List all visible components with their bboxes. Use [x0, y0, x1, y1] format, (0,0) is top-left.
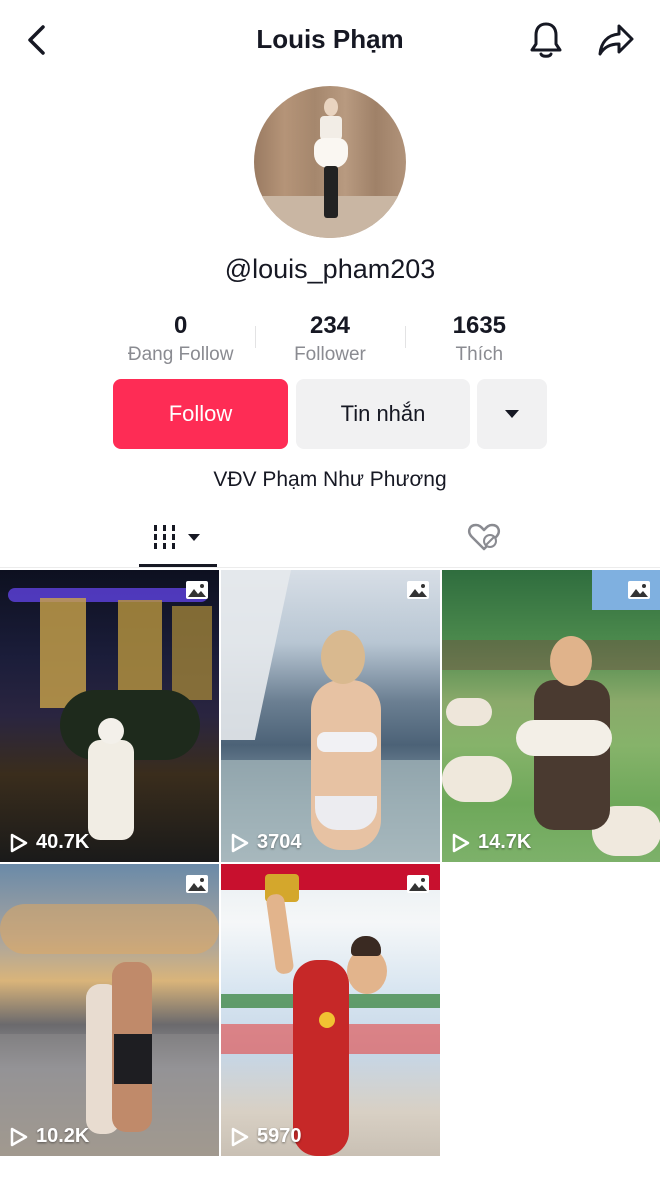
- message-button[interactable]: Tin nhắn: [296, 379, 470, 449]
- share-button[interactable]: [594, 20, 638, 60]
- username: @louis_pham203: [224, 254, 436, 284]
- tab-videos[interactable]: [139, 516, 217, 558]
- follow-button[interactable]: Follow: [113, 379, 288, 449]
- avatar[interactable]: [254, 86, 406, 238]
- video-tile[interactable]: 40.7K: [0, 570, 219, 862]
- play-icon: [231, 1127, 249, 1146]
- tab-liked[interactable]: [460, 516, 508, 558]
- view-count: 14.7K: [478, 831, 532, 853]
- photo-icon: [407, 581, 429, 599]
- play-icon: [231, 833, 249, 852]
- top-bar: Louis Phạm: [0, 0, 660, 80]
- stat-following[interactable]: 0 Đang Follow: [106, 312, 255, 368]
- more-options-button[interactable]: [477, 379, 547, 449]
- followers-count: 234: [309, 312, 351, 339]
- video-tile[interactable]: 14.7K: [442, 570, 660, 862]
- play-icon: [10, 833, 28, 852]
- grid-bars-icon: [154, 525, 200, 549]
- video-tile[interactable]: 10.2K: [0, 864, 219, 1156]
- view-count: 3704: [257, 831, 302, 853]
- content-tabs: [0, 508, 660, 568]
- bell-icon: [530, 22, 562, 58]
- followers-label: Follower: [294, 344, 366, 365]
- video-tile[interactable]: 5970: [221, 864, 440, 1156]
- notification-button[interactable]: [526, 20, 566, 60]
- view-count: 5970: [257, 1125, 302, 1147]
- photo-icon: [186, 581, 208, 599]
- view-count: 10.2K: [36, 1125, 90, 1147]
- active-tab-indicator: [139, 564, 217, 567]
- share-arrow-icon: [598, 24, 634, 56]
- stat-followers[interactable]: 234 Follower: [255, 312, 404, 368]
- following-label: Đang Follow: [127, 344, 234, 365]
- photo-icon: [628, 581, 650, 599]
- stat-likes: 1635 Thích: [404, 312, 554, 368]
- stats-row: 0 Đang Follow 234 Follower 1635 Thích: [106, 312, 554, 368]
- likes-label: Thích: [455, 344, 504, 365]
- play-icon: [10, 1127, 28, 1146]
- bio: VĐV Phạm Như Phương: [213, 468, 447, 491]
- caret-down-icon: [505, 410, 519, 418]
- photo-icon: [407, 875, 429, 893]
- heart-hidden-icon: [467, 523, 501, 551]
- view-count: 40.7K: [36, 831, 90, 853]
- following-count: 0: [173, 312, 188, 339]
- photo-icon: [186, 875, 208, 893]
- likes-count: 1635: [452, 312, 507, 339]
- video-tile[interactable]: 3704: [221, 570, 440, 862]
- play-icon: [452, 833, 470, 852]
